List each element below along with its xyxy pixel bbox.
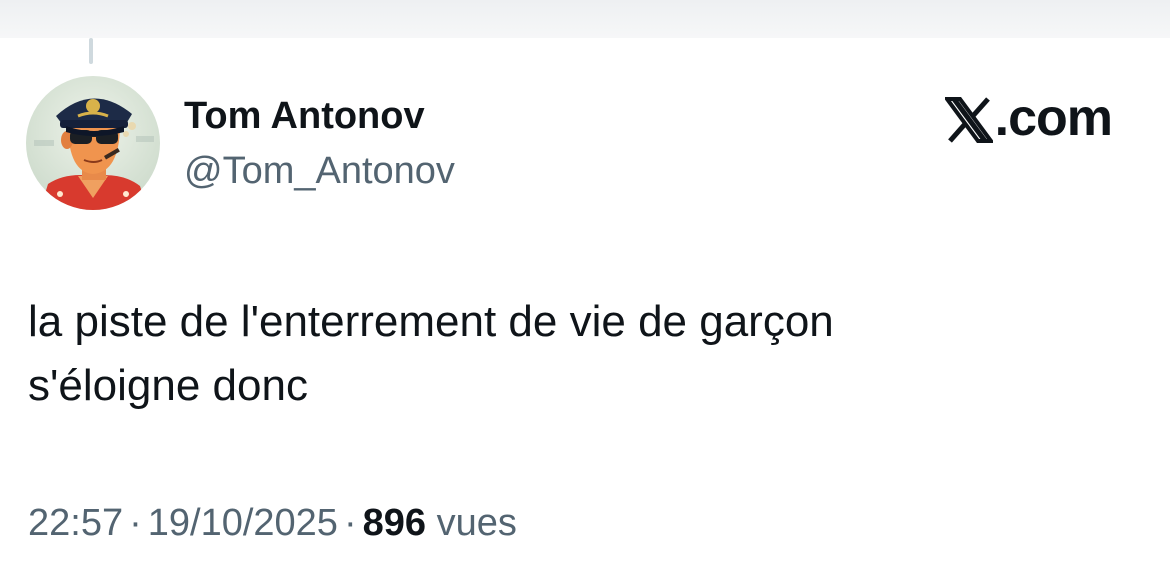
tweet-date[interactable]: 19/10/2025 <box>148 502 338 544</box>
previous-tweet-edge <box>0 0 1170 38</box>
author-handle[interactable]: @Tom_Antonov <box>184 148 455 194</box>
tweet-time[interactable]: 22:57 <box>28 502 123 544</box>
x-logo-icon <box>944 96 993 143</box>
avatar-illustration-icon <box>26 76 160 210</box>
avatar[interactable] <box>26 76 160 210</box>
tweet-text-line: s'éloigne donc <box>28 361 308 410</box>
meta-separator: · <box>129 502 142 544</box>
tweet-text-line: la piste de l'enterrement de vie de garç… <box>28 297 834 346</box>
views-count[interactable]: 896 <box>363 502 426 544</box>
x-com-brand: .com <box>944 88 1113 148</box>
brand-domain-label: .com <box>994 89 1113 147</box>
thread-connector-line <box>89 38 93 64</box>
tweet-text: la piste de l'enterrement de vie de garç… <box>28 290 1128 418</box>
views-label: vues <box>436 502 517 544</box>
meta-separator: · <box>343 502 357 544</box>
tweet-meta: 22:57 · 19/10/2025 · 896 vues <box>28 500 517 546</box>
author-display-name[interactable]: Tom Antonov <box>184 93 425 139</box>
